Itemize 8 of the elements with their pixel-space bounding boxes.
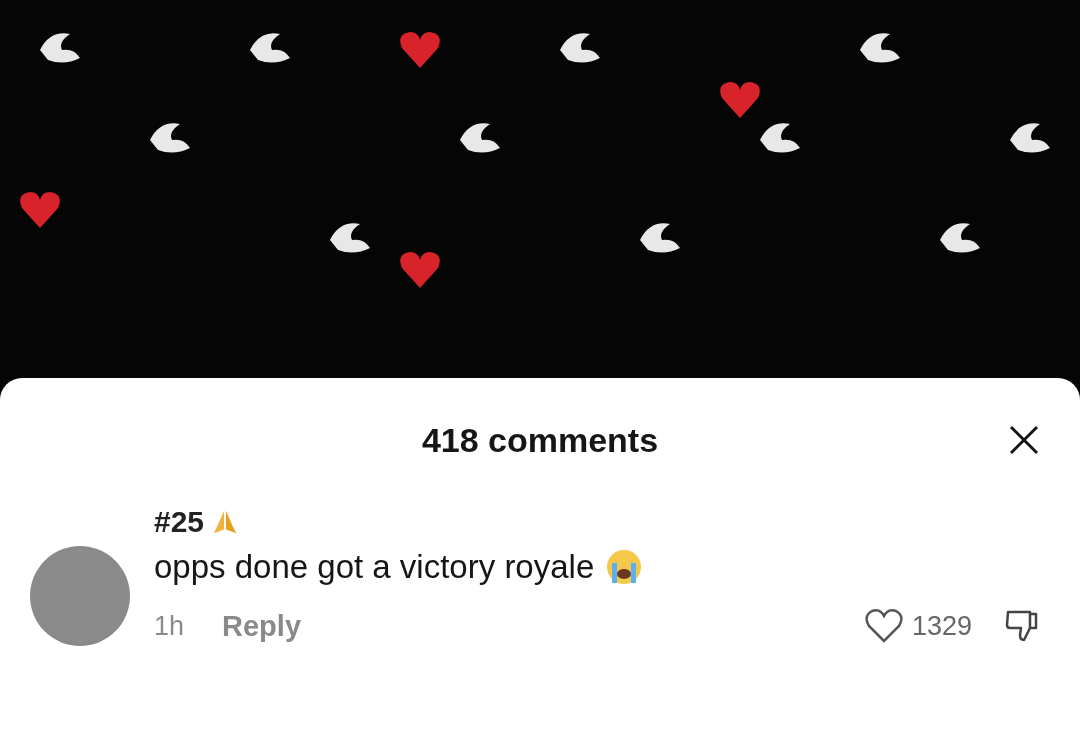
comment-text: opps done got a victory royale bbox=[154, 547, 595, 587]
like-count: 1329 bbox=[911, 610, 972, 642]
comments-title: 418 comments bbox=[421, 420, 659, 460]
comment-time: 1h bbox=[154, 610, 185, 642]
thumbs-down-icon[interactable] bbox=[1004, 608, 1040, 644]
close-icon[interactable] bbox=[1008, 424, 1040, 456]
heart-icon[interactable] bbox=[863, 608, 904, 644]
username[interactable]: #25 bbox=[154, 502, 205, 542]
